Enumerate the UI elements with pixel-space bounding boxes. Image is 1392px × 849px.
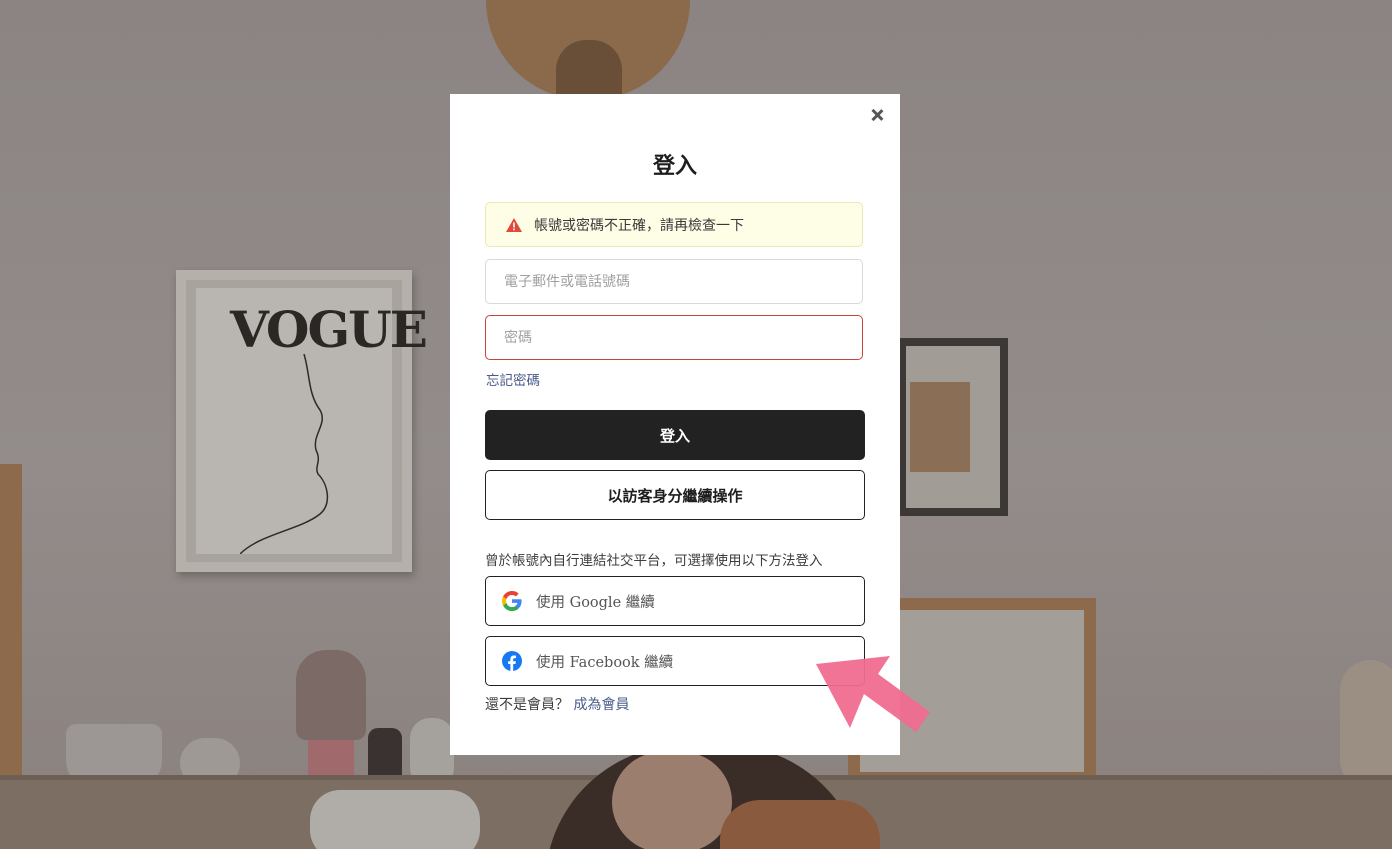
signup-row: 還不是會員？ 成為會員 — [485, 694, 629, 714]
password-field[interactable] — [485, 315, 863, 360]
close-icon[interactable] — [866, 104, 888, 126]
facebook-login-button[interactable]: 使用 Facebook 繼續 — [485, 636, 865, 686]
pillow — [310, 790, 480, 849]
social-login-note: 曾於帳號內自行連結社交平台，可選擇使用以下方法登入 — [485, 553, 823, 569]
modal-title: 登入 — [652, 153, 697, 179]
google-button-label: 使用 Google 繼續 — [536, 594, 655, 611]
email-field[interactable] — [485, 259, 863, 304]
person-face — [612, 752, 732, 849]
poster-text: VOGUE — [230, 300, 428, 359]
google-login-button[interactable]: 使用 Google 繼續 — [485, 576, 865, 626]
hat-crown — [556, 40, 622, 100]
guest-continue-button[interactable]: 以訪客身分繼續操作 — [485, 470, 865, 520]
wall-frame-right — [898, 338, 1008, 516]
signup-link[interactable]: 成為會員 — [573, 697, 629, 713]
signup-prompt: 還不是會員？ — [485, 697, 569, 713]
login-button[interactable]: 登入 — [485, 410, 865, 460]
wood-frame-left — [0, 464, 22, 794]
face-line-art — [240, 354, 329, 554]
error-alert: 帳號或密碼不正確，請再檢查一下 — [485, 202, 863, 247]
pointer-arrow-icon — [816, 656, 930, 732]
warning-icon — [506, 217, 522, 232]
pampas-grass — [1340, 660, 1392, 790]
facebook-icon — [502, 651, 522, 671]
person-sweater — [720, 800, 880, 849]
google-icon — [502, 591, 522, 611]
facebook-button-label: 使用 Facebook 繼續 — [536, 654, 674, 671]
forgot-password-link[interactable]: 忘記密碼 — [486, 369, 540, 389]
error-message: 帳號或密碼不正確，請再檢查一下 — [534, 217, 744, 234]
vogue-poster-frame: VOGUE — [176, 270, 428, 572]
vogue-poster: VOGUE — [196, 288, 428, 554]
dried-flowers — [296, 650, 366, 740]
